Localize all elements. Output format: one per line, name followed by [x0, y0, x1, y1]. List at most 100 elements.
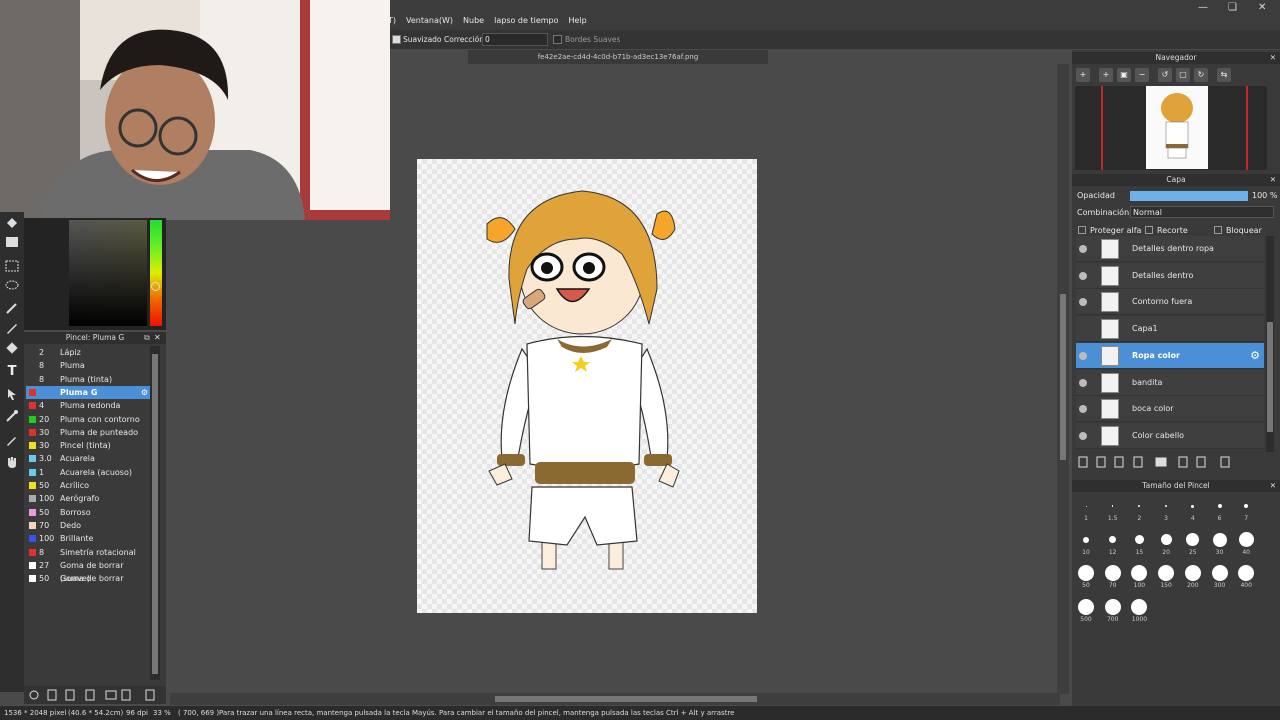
zoom-in-alt-icon[interactable]: + — [1099, 68, 1113, 82]
brush-size-option[interactable]: 150 — [1153, 564, 1179, 589]
brush-size-option[interactable]: 1000 — [1126, 598, 1152, 623]
brush-size-option[interactable]: 40 — [1233, 531, 1259, 556]
brush-size-option[interactable]: 10 — [1073, 531, 1099, 556]
layer-visibility-icon[interactable] — [1079, 378, 1087, 387]
brush-scroll-thumb[interactable] — [152, 354, 158, 674]
layer-visibility-icon[interactable] — [1079, 271, 1087, 280]
select-pen-icon[interactable] — [4, 320, 20, 336]
hand-icon[interactable] — [4, 454, 20, 470]
brush-item[interactable]: 20 Pluma con contorno — [26, 413, 150, 426]
rotate-right-icon[interactable]: ↻ — [1194, 68, 1208, 82]
brush-size-option[interactable]: 70 — [1100, 564, 1126, 589]
color-hue-slider[interactable] — [150, 220, 162, 326]
text-tool-icon[interactable]: T — [4, 364, 20, 380]
brush-size-option[interactable]: 700 — [1100, 598, 1126, 623]
brush-size-option[interactable]: 30 — [1207, 531, 1233, 556]
menu-item-ventana[interactable]: Ventana(W) — [406, 16, 453, 25]
lock-checkbox[interactable] — [1214, 226, 1222, 234]
close-icon[interactable]: ✕ — [1258, 2, 1266, 13]
brush-size-option[interactable]: 300 — [1207, 564, 1233, 589]
protect-alpha-checkbox[interactable] — [1078, 226, 1086, 234]
lasso-icon[interactable] — [4, 278, 20, 294]
layer-scroll-thumb[interactable] — [1267, 322, 1273, 432]
magic-wand-icon[interactable] — [4, 300, 20, 316]
zoom-out-icon[interactable]: − — [1135, 68, 1149, 82]
menu-item-nube[interactable]: Nube — [463, 16, 484, 25]
smooth-checkbox[interactable] — [392, 35, 401, 44]
layer-visibility-icon[interactable] — [1079, 245, 1087, 253]
drawing-canvas[interactable] — [417, 159, 757, 613]
brush-size-option[interactable]: 1 — [1073, 497, 1099, 522]
brush-item[interactable]: 8 Pluma — [26, 359, 150, 372]
brush-size-option[interactable]: 6 — [1207, 497, 1233, 522]
brush-item[interactable]: Pluma G ⚙ — [26, 385, 150, 399]
rotate-left-icon[interactable]: ↺ — [1158, 68, 1172, 82]
eyedropper-icon[interactable] — [4, 408, 20, 424]
brush-size-option[interactable]: 3 — [1153, 497, 1179, 522]
flip-icon[interactable]: ⇆ — [1217, 68, 1231, 82]
bucket-icon[interactable] — [4, 214, 20, 230]
brush-item[interactable]: 30 Pincel (tinta) — [26, 439, 150, 452]
navigator-close-icon[interactable]: ✕ — [1270, 52, 1276, 64]
layer-row[interactable]: bandita — [1076, 369, 1264, 396]
brush-item[interactable]: 50 Borroso — [26, 506, 150, 519]
clipping-checkbox[interactable] — [1145, 226, 1153, 234]
brush-size-option[interactable]: 25 — [1180, 531, 1206, 556]
document-tab[interactable]: fe42e2ae-cd4d-4c0d-b71b-ad3ec13e76af.png — [468, 50, 768, 64]
brush-item[interactable]: 3.0 Acuarela — [26, 452, 150, 465]
canvas-horizontal-scrollbar[interactable] — [170, 693, 1060, 705]
layer-list-scrollbar[interactable] — [1266, 236, 1274, 452]
minimize-icon[interactable]: — — [1198, 2, 1208, 13]
color-saturation-value-box[interactable] — [69, 220, 147, 326]
canvas-vertical-scrollbar[interactable] — [1057, 64, 1069, 694]
brush-item[interactable]: 4 Pluma redonda — [26, 399, 150, 412]
brush-item[interactable]: 27 Goma de borrar (suave) — [26, 559, 150, 583]
brush-size-option[interactable]: 15 — [1126, 531, 1152, 556]
correction-field[interactable]: 0 — [482, 33, 548, 46]
brush-size-option[interactable]: 200 — [1180, 564, 1206, 589]
select-eraser-icon[interactable] — [4, 340, 20, 356]
hscroll-thumb[interactable] — [495, 696, 757, 702]
brush-size-option[interactable]: 100 — [1126, 564, 1152, 589]
brush-list-scrollbar[interactable] — [150, 346, 160, 680]
brush-size-option[interactable]: 4 — [1180, 497, 1206, 522]
brush-item[interactable]: 8 Pluma (tinta) — [26, 373, 150, 386]
brush-size-option[interactable]: 2 — [1126, 497, 1152, 522]
reset-view-icon[interactable]: ▢ — [1176, 68, 1190, 82]
brush-size-option[interactable]: 1.5 — [1100, 497, 1126, 522]
layer-row[interactable]: Capa1 — [1076, 316, 1264, 343]
soft-edges-checkbox[interactable] — [553, 35, 562, 44]
select-rect-icon[interactable] — [4, 258, 20, 274]
opacity-slider[interactable] — [1130, 191, 1248, 201]
layer-row[interactable]: Color cabello — [1076, 422, 1264, 449]
brush-size-option[interactable]: 12 — [1100, 531, 1126, 556]
brush-item[interactable]: 50 Acrílico — [26, 479, 150, 492]
layer-visibility-icon[interactable] — [1079, 351, 1087, 360]
fit-view-icon[interactable]: ▣ — [1117, 68, 1131, 82]
brush-size-option[interactable]: 20 — [1153, 531, 1179, 556]
brush-item[interactable]: 100 Brillante — [26, 532, 150, 545]
menu-item-help[interactable]: Help — [569, 16, 587, 25]
brush-item[interactable]: 50 Goma de borrar — [26, 572, 150, 585]
brush-item[interactable]: 100 Aerógrafo — [26, 492, 150, 505]
brush-item[interactable]: 70 Dedo — [26, 519, 150, 532]
zoom-in-icon[interactable]: + — [1076, 68, 1090, 82]
brush-size-option[interactable]: 7 — [1233, 497, 1259, 522]
layer-visibility-icon[interactable] — [1079, 405, 1087, 414]
layer-row[interactable]: Detalles dentro ropa — [1076, 236, 1264, 262]
operation-icon[interactable] — [4, 386, 20, 402]
pen-tool-icon[interactable] — [4, 432, 20, 448]
brush-size-close-icon[interactable]: ✕ — [1270, 480, 1276, 492]
brush-settings-gear-icon[interactable]: ⚙ — [141, 386, 148, 399]
brush-item[interactable]: 8 Simetría rotacional — [26, 546, 150, 559]
layer-row[interactable]: Detalles dentro — [1076, 262, 1264, 289]
panel-close-icon[interactable]: ✕ — [154, 333, 161, 342]
fill-rect-icon[interactable] — [4, 234, 20, 250]
restore-icon[interactable]: ❏ — [1228, 2, 1237, 13]
brush-item[interactable]: 1 Acuarela (acuoso) — [26, 466, 150, 479]
brush-item[interactable]: 30 Pluma de punteado — [26, 426, 150, 439]
layer-row[interactable]: boca color — [1076, 396, 1264, 423]
layer-row[interactable]: Ropa color ⚙ — [1076, 342, 1264, 369]
vscroll-thumb[interactable] — [1060, 294, 1066, 460]
layer-row[interactable]: Contorno fuera — [1076, 289, 1264, 316]
